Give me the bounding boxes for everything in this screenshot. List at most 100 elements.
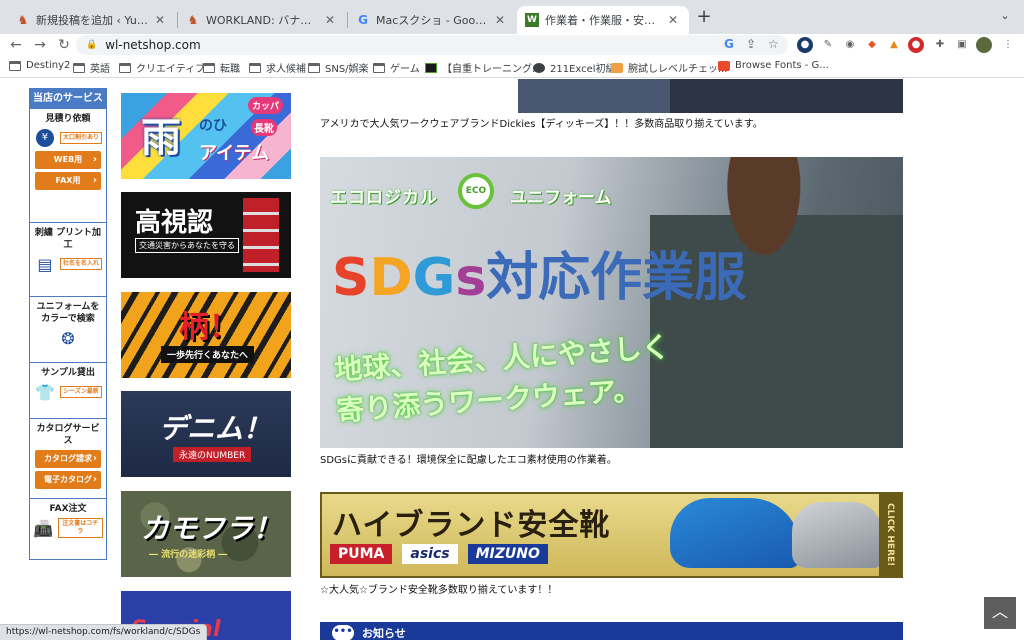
- rain-items-banner[interactable]: カッパ 雨 のひ アイテム 長靴: [121, 93, 291, 179]
- service-color-search[interactable]: ユニフォームを カラーで検索 ❂: [30, 297, 106, 363]
- dickies-caption: アメリカで大人気ワークウェアブランドDickies【ディッキーズ】！！多数商品取…: [320, 119, 763, 130]
- tab-title: Macスクショ - Google 検索: [376, 14, 492, 27]
- bookmark-folder[interactable]: 転職: [203, 60, 240, 75]
- banner-title: 雨: [141, 115, 181, 161]
- bookmark-folder[interactable]: ゲーム: [373, 60, 420, 75]
- sidebar-icon[interactable]: ▣: [954, 37, 970, 53]
- horse-icon: ♞: [17, 13, 29, 27]
- safety-shoes-banner[interactable]: ハイブランド安全靴 PUMA asics MIZUNO CLICK HERE!: [320, 492, 903, 578]
- notice-title: お知らせ: [362, 627, 406, 640]
- tab-2[interactable]: ♞ WORKLAND: バナー③ – Yutaka ✕: [178, 6, 346, 34]
- banner-sub: ― 流行の迷彩柄 ―: [149, 550, 228, 560]
- service-title: FAX注文: [49, 504, 87, 514]
- denim-banner[interactable]: デニム！ 永遠のNUMBER: [121, 391, 291, 477]
- color-circles-icon: ❂: [61, 328, 75, 348]
- notice-header: ••• お知らせ: [320, 622, 903, 640]
- folder-icon: [119, 62, 131, 73]
- estimate-fax-button[interactable]: FAX用: [35, 172, 101, 190]
- avatar[interactable]: [976, 37, 992, 53]
- sdgs-title: SDGs対応作業服: [332, 235, 746, 310]
- close-icon[interactable]: ✕: [665, 13, 681, 27]
- e-catalog-button[interactable]: 電子カタログ: [35, 471, 101, 489]
- banner-sub: 永遠のNUMBER: [173, 447, 252, 462]
- dickies-banner[interactable]: [320, 79, 903, 113]
- service-title: ユニフォームを カラーで検索: [36, 302, 100, 324]
- bookmark-label: SNS/娯楽: [325, 64, 369, 75]
- google-lens-icon[interactable]: G: [724, 37, 734, 51]
- site-icon: [425, 62, 437, 73]
- tab-title: WORKLAND: バナー③ – Yutaka: [206, 14, 322, 27]
- service-title: 刺繍 プリント加工: [34, 228, 102, 250]
- bookmark-site[interactable]: 【自重トレーニング...: [425, 60, 542, 75]
- new-tab-button[interactable]: +: [694, 8, 714, 28]
- bookmark-site[interactable]: Browse Fonts - G...: [718, 60, 829, 71]
- puzzle-icon[interactable]: ✚: [932, 37, 948, 53]
- page-content: 当店のサービス 見積り依頼 ¥ 大口割引あり WEB用 FAX用 刺繍 プリント…: [0, 79, 1024, 640]
- close-icon[interactable]: ✕: [152, 13, 168, 27]
- extension-icon[interactable]: ●: [908, 37, 924, 53]
- fax-icon: 📠: [33, 518, 54, 538]
- scroll-to-top-button[interactable]: ︿: [984, 597, 1016, 629]
- service-sample[interactable]: サンプル貸出 👕 シーズン最新: [30, 363, 106, 419]
- shoes-caption: ☆大人気☆ブランド安全靴多数取り揃えています！！: [320, 585, 558, 596]
- metamask-icon[interactable]: ▲: [886, 37, 902, 53]
- service-fax-order[interactable]: FAX注文 📠 注文書はコチラ: [30, 499, 106, 559]
- back-icon[interactable]: ←: [4, 35, 28, 55]
- forward-icon[interactable]: →: [28, 35, 52, 55]
- bookmark-folder[interactable]: 英語: [73, 60, 110, 75]
- click-here-label: CLICK HERE!: [879, 494, 901, 576]
- bookmark-label: ゲーム: [390, 64, 420, 75]
- tab-3[interactable]: G Macスクショ - Google 検索 ✕: [348, 6, 516, 34]
- estimate-web-button[interactable]: WEB用: [35, 151, 101, 169]
- service-tag: 注文書はコチラ: [57, 518, 103, 538]
- service-embroidery[interactable]: 刺繍 プリント加工 ▤ 社名を名入れ: [30, 223, 106, 297]
- bookmark-folder[interactable]: Destiny2: [9, 60, 70, 71]
- close-icon[interactable]: ✕: [322, 13, 338, 27]
- bookmark-site[interactable]: 211Excel初級: [533, 60, 616, 75]
- title-letter: G: [412, 248, 456, 308]
- chevron-down-icon[interactable]: ⌄: [996, 9, 1014, 27]
- blue-shoe-image: [670, 498, 800, 568]
- bookmark-label: Browse Fonts - G...: [735, 60, 829, 71]
- camera-icon[interactable]: ◉: [842, 37, 858, 53]
- close-icon[interactable]: ✕: [492, 13, 508, 27]
- eyedropper-icon[interactable]: ✎: [820, 37, 836, 53]
- bookmark-folder[interactable]: SNS/娯楽: [308, 60, 369, 75]
- menu-icon[interactable]: ⋮: [1000, 37, 1016, 53]
- catalog-request-button[interactable]: カタログ請求: [35, 450, 101, 468]
- shirt-icon: 👕: [35, 382, 56, 402]
- services-sidebar: 当店のサービス 見積り依頼 ¥ 大口割引あり WEB用 FAX用 刺繍 プリント…: [29, 88, 107, 560]
- star-icon[interactable]: ☆: [768, 37, 779, 51]
- reload-icon[interactable]: ↻: [52, 35, 76, 55]
- bookmark-folder[interactable]: 求人候補: [249, 60, 306, 75]
- lock-icon: 🔒: [86, 40, 98, 50]
- high-visibility-banner[interactable]: 高視認 交通災害からあなたを守る: [121, 192, 291, 278]
- bookmark-folder[interactable]: クリエイティブ: [119, 60, 205, 75]
- mizuno-logo: MIZUNO: [467, 544, 548, 564]
- embroidery-icon: ▤: [37, 254, 53, 274]
- service-title: サンプル貸出: [41, 368, 95, 378]
- pattern-banner[interactable]: 柄！ 一歩先行くあなたへ: [121, 292, 291, 378]
- service-estimate: 見積り依頼 ¥ 大口割引あり WEB用 FAX用: [30, 109, 106, 223]
- horse-icon: ♞: [187, 13, 199, 27]
- bookmark-site[interactable]: 腕試しレベルチェッ...: [611, 60, 728, 75]
- tab-1[interactable]: ♞ 新規投稿を追加 ‹ Yutaka Ronald ✕: [8, 6, 176, 34]
- reflective-figure: [243, 198, 279, 272]
- bookmark-label: 転職: [220, 64, 240, 75]
- bookmark-label: 英語: [90, 64, 110, 75]
- camouflage-banner[interactable]: カモフラ！ ― 流行の迷彩柄 ―: [121, 491, 291, 577]
- share-icon[interactable]: ⇪: [746, 37, 756, 51]
- chat-bubble-icon: •••: [332, 625, 354, 640]
- google-fonts-icon: [718, 60, 730, 71]
- banner-title: 柄！: [179, 310, 239, 345]
- asics-logo: asics: [402, 544, 458, 564]
- sdgs-banner[interactable]: エコロジカル ECO ユニフォーム SDGs対応作業服 地球、社会、人にやさしく…: [320, 157, 903, 448]
- recycle-icon: ECO: [458, 173, 494, 209]
- extension-icon[interactable]: ◆: [864, 37, 880, 53]
- service-title: 見積り依頼: [45, 114, 91, 124]
- extension-icon[interactable]: ●: [797, 37, 813, 53]
- tab-4-active[interactable]: W 作業着・作業服・安全靴の通販なら ✕: [517, 6, 689, 34]
- service-tag: 社名を名入れ: [59, 258, 102, 270]
- tab-bar: ♞ 新規投稿を追加 ‹ Yutaka Ronald ✕ ♞ WORKLAND: …: [0, 0, 1024, 34]
- address-bar[interactable]: 🔒 wl-netshop.com G ⇪ ☆: [76, 35, 788, 55]
